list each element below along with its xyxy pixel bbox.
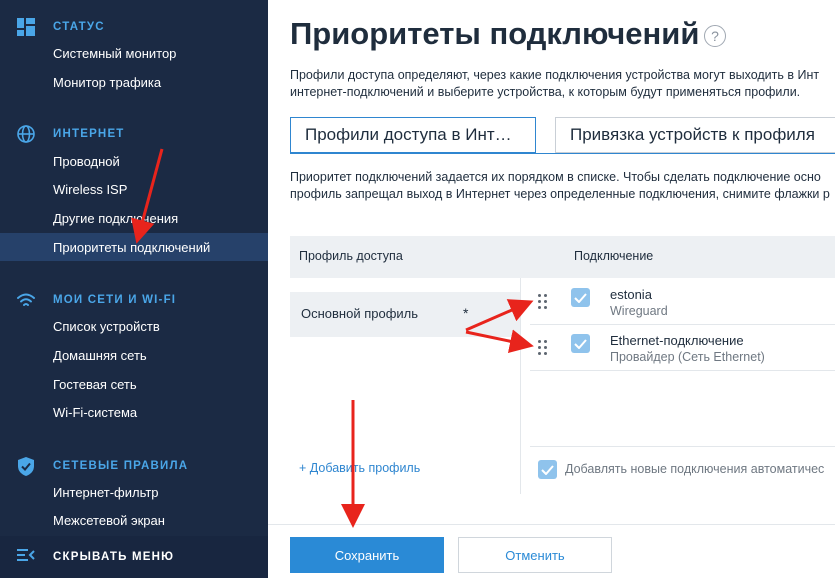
- wifi-icon: [16, 290, 36, 310]
- column-header-profile: Профиль доступа: [299, 249, 403, 263]
- sidebar-item-wifi-system[interactable]: Wi-Fi-система: [0, 398, 268, 426]
- section-title: СТАТУС: [53, 21, 105, 33]
- connection-name: Ethernet-подключение: [610, 333, 744, 348]
- main-content: Приоритеты подключений ? Профили доступа…: [268, 0, 835, 578]
- action-bar: Сохранить Отменить: [268, 524, 835, 578]
- sidebar-item-connection-priorities[interactable]: Приоритеты подключений: [0, 233, 268, 261]
- collapse-menu-icon: [16, 547, 36, 567]
- drag-handle-icon[interactable]: [538, 340, 548, 356]
- auto-add-checkbox[interactable]: [538, 460, 557, 479]
- add-profile-link[interactable]: + Добавить профиль: [299, 461, 420, 475]
- section-internet-header: ИНТЕРНЕТ: [0, 123, 268, 145]
- page-title: Приоритеты подключений: [290, 16, 700, 51]
- save-button[interactable]: Сохранить: [290, 537, 444, 573]
- section-title: ИНТЕРНЕТ: [53, 128, 125, 140]
- auto-add-label: Добавлять новые подключения автоматичес: [565, 462, 825, 476]
- connection-name: estonia: [610, 287, 652, 302]
- checkmark-icon: [574, 338, 587, 349]
- section-rules-header: СЕТЕВЫЕ ПРАВИЛА: [0, 455, 268, 477]
- priority-description: Приоритет подключений задается их порядк…: [290, 169, 835, 203]
- checkmark-icon: [541, 464, 554, 475]
- description-line: Профили доступа определяют, через какие …: [290, 68, 820, 82]
- section-title: СЕТЕВЫЕ ПРАВИЛА: [53, 460, 189, 472]
- auto-add-row: Добавлять новые подключения автоматичес: [530, 446, 835, 494]
- sidebar-item-device-list[interactable]: Список устройств: [0, 312, 268, 340]
- connection-row-estonia: estonia Wireguard: [530, 280, 835, 325]
- collapse-menu-button[interactable]: СКРЫВАТЬ МЕНЮ: [0, 536, 268, 578]
- sidebar: СТАТУС Системный монитор Монитор трафика…: [0, 0, 268, 578]
- section-networks-header: МОИ СЕТИ И WI-FI: [0, 289, 268, 311]
- sidebar-item-other-connections[interactable]: Другие подключения: [0, 204, 268, 232]
- description-line: Приоритет подключений задается их порядк…: [290, 170, 821, 184]
- help-icon[interactable]: ?: [704, 25, 726, 47]
- collapse-menu-label: СКРЫВАТЬ МЕНЮ: [53, 551, 175, 563]
- section-title: МОИ СЕТИ И WI-FI: [53, 294, 177, 306]
- shield-check-icon: [16, 456, 36, 476]
- column-divider: [520, 278, 521, 494]
- sidebar-item-internet-filter[interactable]: Интернет-фильтр: [0, 478, 268, 506]
- sidebar-item-guest-network[interactable]: Гостевая сеть: [0, 370, 268, 398]
- connection-row-ethernet: Ethernet-подключение Провайдер (Сеть Eth…: [530, 326, 835, 371]
- connection-checkbox[interactable]: [571, 288, 590, 307]
- profile-row-main[interactable]: Основной профиль *: [290, 292, 520, 337]
- tab-underline: [290, 153, 835, 154]
- default-profile-marker: *: [463, 305, 469, 321]
- sidebar-item-traffic-monitor[interactable]: Монитор трафика: [0, 68, 268, 96]
- profile-name: Основной профиль: [301, 306, 419, 321]
- sidebar-item-firewall[interactable]: Межсетевой экран: [0, 506, 268, 534]
- description-line: интернет-подключений и выберите устройст…: [290, 85, 801, 99]
- dashboard-icon: [16, 17, 36, 37]
- drag-handle-icon[interactable]: [538, 294, 548, 310]
- sidebar-item-wired[interactable]: Проводной: [0, 147, 268, 175]
- connection-type: Wireguard: [610, 304, 668, 318]
- connection-type: Провайдер (Сеть Ethernet): [610, 350, 765, 364]
- page-description: Профили доступа определяют, через какие …: [290, 67, 835, 101]
- sidebar-item-wireless-isp[interactable]: Wireless ISP: [0, 175, 268, 203]
- column-header-connection: Подключение: [574, 249, 654, 263]
- table-header: Профиль доступа Подключение: [290, 236, 835, 278]
- sidebar-item-system-monitor[interactable]: Системный монитор: [0, 39, 268, 67]
- globe-icon: [16, 124, 36, 144]
- checkmark-icon: [574, 292, 587, 303]
- cancel-button[interactable]: Отменить: [458, 537, 612, 573]
- sidebar-item-home-network[interactable]: Домашняя сеть: [0, 341, 268, 369]
- tab-access-profiles[interactable]: Профили доступа в Инт…: [290, 117, 536, 153]
- description-line: профиль запрещал выход в Интернет через …: [290, 187, 830, 201]
- tab-device-binding[interactable]: Привязка устройств к профиля: [555, 117, 835, 153]
- section-status-header: СТАТУС: [0, 16, 268, 38]
- connection-checkbox[interactable]: [571, 334, 590, 353]
